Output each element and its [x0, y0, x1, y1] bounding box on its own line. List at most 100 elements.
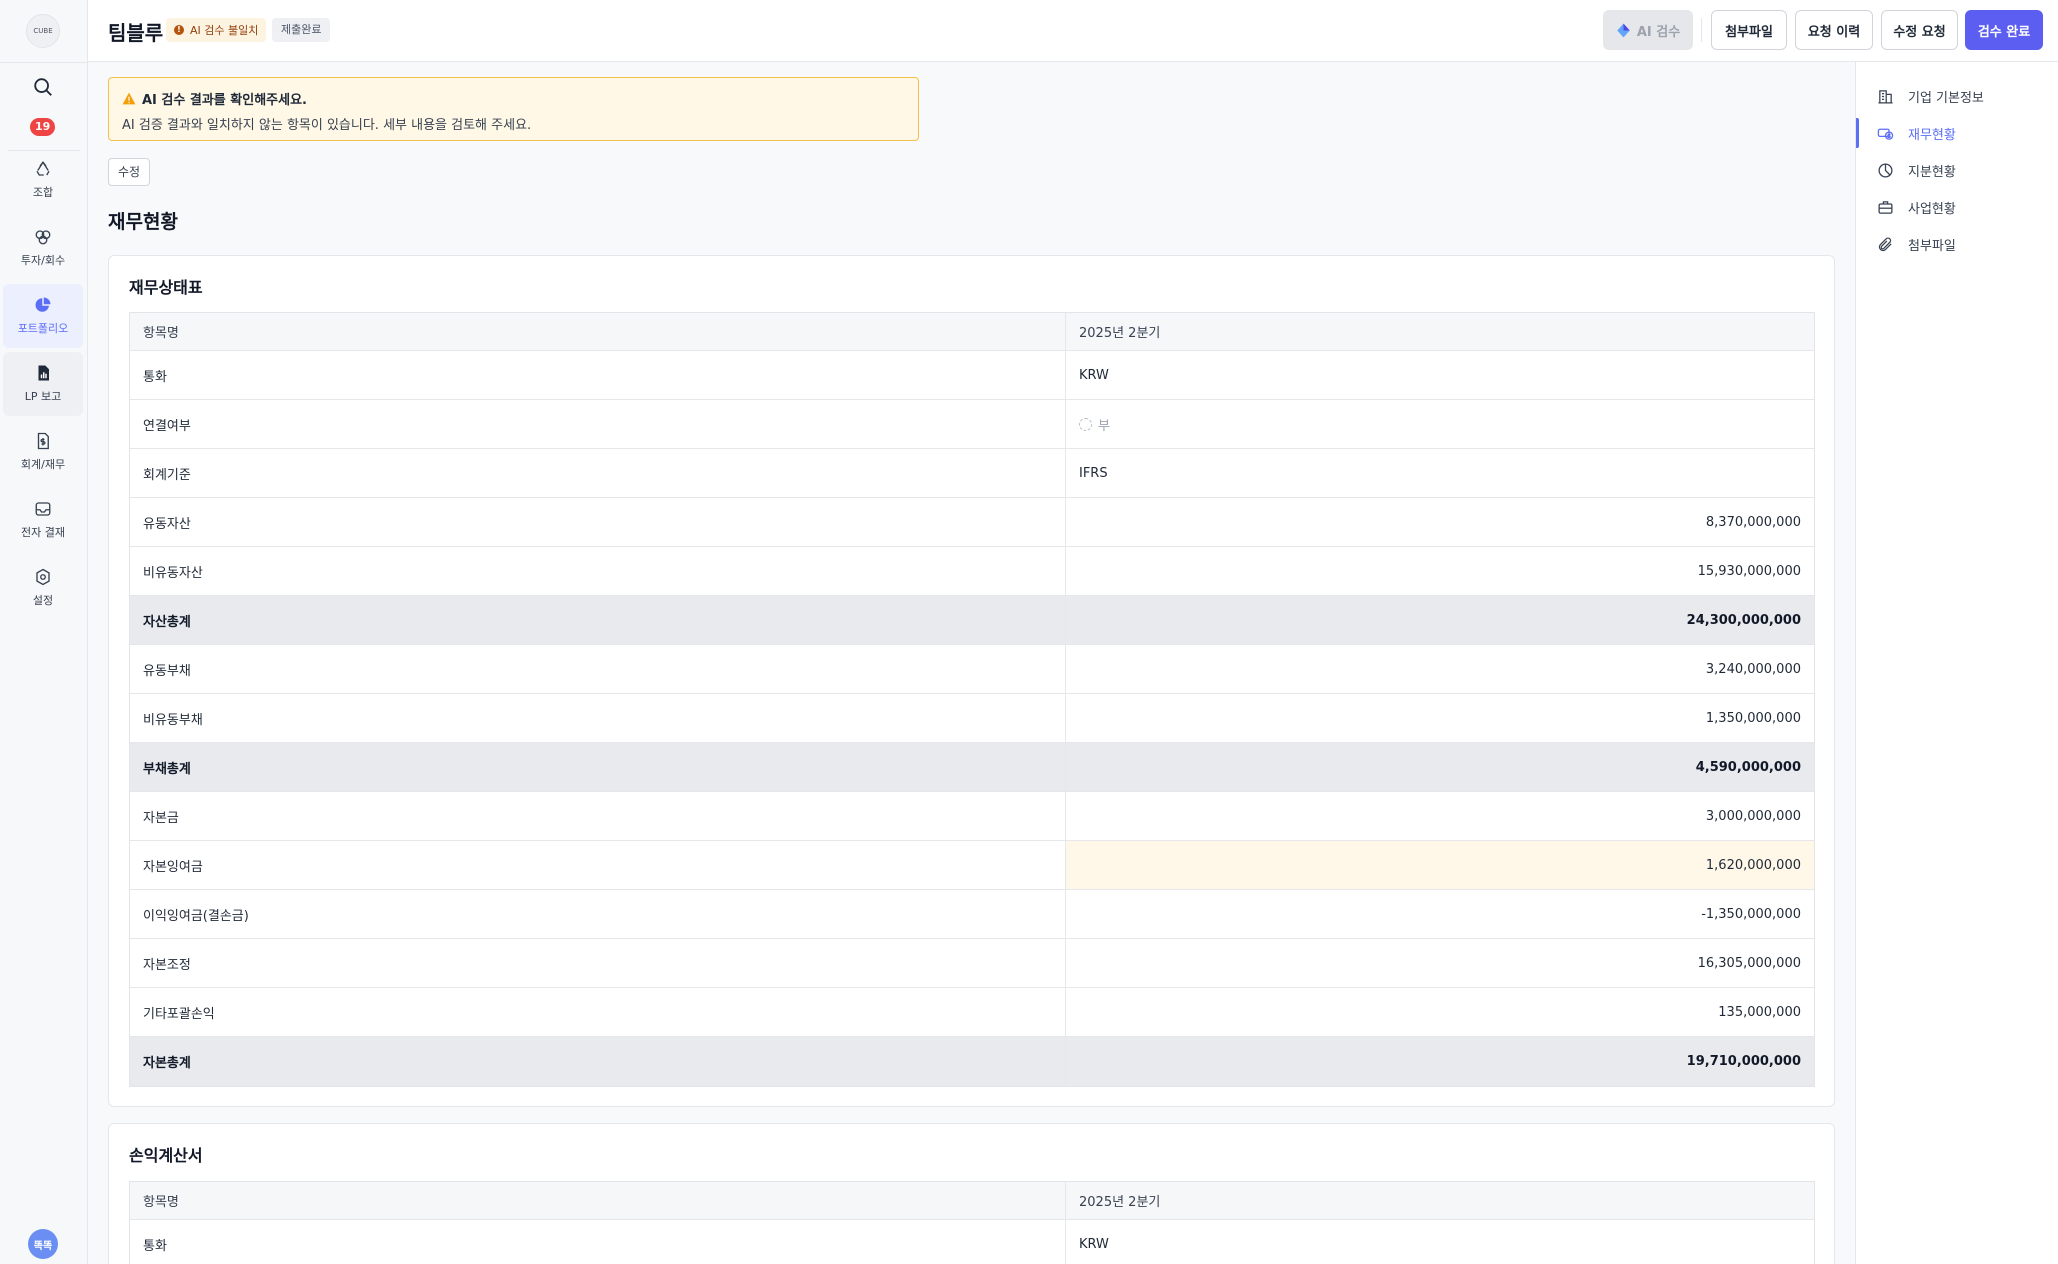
section-title: 재무현황 — [108, 211, 178, 233]
table-row-total: 부채총계 4,590,000,000 — [130, 743, 1814, 792]
nav-label: LP 보고 — [24, 390, 62, 403]
table-row: 비유동부채 1,350,000,000 — [130, 694, 1814, 743]
income-statement-table: 항목명 2025년 2분기 통화 KRW — [129, 1181, 1815, 1264]
row-value: 19,710,000,000 — [1686, 1054, 1801, 1069]
nav-item-accounting[interactable]: 회계/재무 — [3, 420, 83, 484]
nav-item-approval[interactable]: 전자 결재 — [3, 488, 83, 552]
alert-title: AI 검수 결과를 확인해주세요. — [122, 89, 307, 108]
table-header: 항목명 2025년 2분기 — [130, 1182, 1814, 1220]
row-label: 회계기준 — [130, 449, 1066, 497]
row-label: 자산총계 — [130, 596, 1066, 644]
row-value: KRW — [1079, 1237, 1109, 1252]
row-label: 유동부채 — [130, 645, 1066, 693]
row-value-mismatch[interactable]: 1,620,000,000 — [1066, 841, 1814, 889]
nav-label: 조합 — [32, 186, 54, 199]
row-label: 이익잉여금(결손금) — [130, 890, 1066, 938]
recycle-icon — [36, 161, 50, 176]
row-label: 기타포괄손익 — [130, 988, 1066, 1036]
pie-icon — [1878, 162, 1893, 178]
status-badge: 제출완료 — [272, 18, 331, 42]
revision-request-button[interactable]: 수정 요청 — [1881, 10, 1958, 50]
company-name: 팀블루 — [108, 21, 164, 45]
money-icon — [1877, 128, 1894, 140]
briefcase-icon — [1878, 200, 1893, 214]
complete-review-button[interactable]: 검수 완료 — [1965, 10, 2043, 50]
row-value: 4,590,000,000 — [1695, 759, 1801, 775]
toc-item-company-info[interactable]: 기업 기본정보 — [1856, 81, 2058, 111]
row-value: 3,240,000,000 — [1705, 661, 1801, 677]
rings-icon — [35, 230, 51, 245]
row-label: 연결여부 — [130, 400, 1066, 448]
nav-item-portfolio[interactable]: 포트폴리오 — [3, 284, 83, 348]
toc-item-business[interactable]: 사업현황 — [1856, 192, 2058, 222]
attachments-button[interactable]: 첨부파일 — [1711, 10, 1787, 50]
row-value: 24,300,000,000 — [1686, 612, 1801, 628]
row-label: 자본총계 — [130, 1037, 1066, 1086]
edit-button[interactable]: 수정 — [108, 158, 150, 186]
toc-item-equity[interactable]: 지분현황 — [1856, 155, 2058, 185]
row-label: 유동자산 — [130, 498, 1066, 546]
toc-label: 사업현황 — [1908, 201, 1956, 217]
column-header-period: 2025년 2분기 — [1079, 326, 1161, 341]
consolidated-radio[interactable]: 부 — [1079, 415, 1110, 434]
toc-item-financials[interactable]: 재무현황 — [1856, 118, 2058, 148]
left-nav: CUBE 19 조합 투자/회수 포트폴리오 LP 보고 회계/재무 전자 결재… — [0, 0, 88, 1264]
section-toc: 기업 기본정보 재무현황 지분현황 사업현황 첨부파일 — [1855, 62, 2058, 1264]
row-value: 135,000,000 — [1718, 1004, 1801, 1020]
divider — [0, 62, 88, 63]
column-header-period: 2025년 2분기 — [1079, 1195, 1161, 1210]
sparkle-icon — [1617, 23, 1630, 37]
building-icon — [1878, 89, 1893, 104]
card-title: 재무상태표 — [129, 278, 203, 297]
row-label: 비유동자산 — [130, 547, 1066, 595]
row-value: 8,370,000,000 — [1705, 514, 1801, 530]
nav-item-invest[interactable]: 투자/회수 — [3, 216, 83, 280]
nav-label: 포트폴리오 — [17, 322, 69, 335]
nav-label: 회계/재무 — [20, 458, 66, 471]
row-label: 부채총계 — [130, 743, 1066, 791]
ai-mismatch-tag: ! AI 검수 불일치 — [166, 18, 267, 42]
report-icon — [38, 365, 49, 381]
row-label: 자본잉여금 — [130, 841, 1066, 889]
row-label: 자본조정 — [130, 939, 1066, 987]
nav-item-lp-report[interactable]: LP 보고 — [3, 352, 83, 416]
alert-title-text: AI 검수 결과를 확인해주세요. — [142, 93, 307, 108]
nav-item-fund[interactable]: 조합 — [3, 148, 83, 212]
avatar[interactable]: 똑똑 — [28, 1229, 58, 1259]
request-history-button[interactable]: 요청 이력 — [1795, 10, 1873, 50]
row-value: 부 — [1066, 400, 1814, 448]
gear-icon — [36, 568, 50, 586]
row-value: KRW — [1079, 367, 1109, 383]
ai-review-button[interactable]: AI 검수 — [1603, 10, 1693, 50]
notification-badge[interactable]: 19 — [30, 118, 56, 136]
toc-item-attachments[interactable]: 첨부파일 — [1856, 229, 2058, 259]
table-row: 통화 KRW — [130, 351, 1814, 400]
button-label: AI 검수 — [1636, 24, 1681, 40]
search-icon[interactable] — [32, 76, 54, 98]
row-label: 통화 — [130, 351, 1066, 399]
balance-sheet-table: 항목명 2025년 2분기 통화 KRW 연결여부 부 회계기준 IFRS 유동… — [129, 312, 1815, 1087]
row-value: 1,350,000,000 — [1705, 710, 1801, 726]
logo-text: CUBE — [33, 27, 53, 35]
table-row: 회계기준 IFRS — [130, 449, 1814, 498]
table-row-total: 자본총계 19,710,000,000 — [130, 1037, 1814, 1086]
table-row: 기타포괄손익 135,000,000 — [130, 988, 1814, 1037]
table-row-mismatch: 자본잉여금 1,620,000,000 — [130, 841, 1814, 890]
header: 팀블루 ! AI 검수 불일치 제출완료 AI 검수 첨부파일 요청 이력 수정… — [88, 0, 2058, 62]
warning-icon — [122, 92, 136, 105]
row-value: 15,930,000,000 — [1697, 563, 1801, 579]
table-row: 자본금 3,000,000,000 — [130, 792, 1814, 841]
table-row: 유동부채 3,240,000,000 — [130, 645, 1814, 694]
table-row-total: 자산총계 24,300,000,000 — [130, 596, 1814, 645]
tag-label: AI 검수 불일치 — [190, 24, 259, 37]
paperclip-icon — [1878, 237, 1892, 251]
toc-label: 기업 기본정보 — [1908, 90, 1984, 106]
alert-icon: ! — [174, 25, 184, 35]
table-row: 통화 KRW — [130, 1220, 1814, 1264]
table-row: 이익잉여금(결손금) -1,350,000,000 — [130, 890, 1814, 939]
app-logo[interactable]: CUBE — [26, 14, 60, 48]
radio-circle-icon — [1079, 417, 1092, 431]
row-label: 비유동부채 — [130, 694, 1066, 742]
column-header-name: 항목명 — [130, 1182, 1066, 1219]
nav-item-settings[interactable]: 설정 — [3, 556, 83, 620]
